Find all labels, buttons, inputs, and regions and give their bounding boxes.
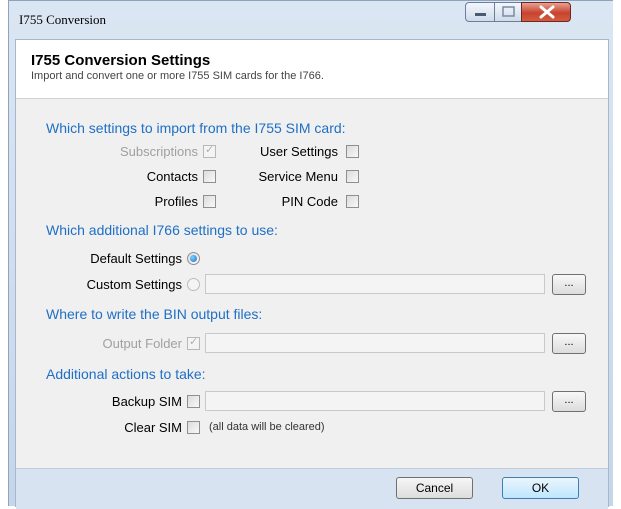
- custom-settings-browse-button[interactable]: ...: [552, 274, 586, 295]
- close-button[interactable]: [521, 2, 571, 22]
- additional-section-heading: Which additional I766 settings to use:: [46, 222, 278, 238]
- backup-sim-label: Backup SIM: [111, 394, 182, 409]
- maximize-button[interactable]: [494, 2, 522, 22]
- clear-sim-checkbox[interactable]: [187, 421, 200, 434]
- contacts-label: Contacts: [146, 169, 198, 184]
- checkmark-icon: ✓: [205, 144, 215, 156]
- custom-settings-path-field[interactable]: [205, 274, 545, 294]
- button-bar: Cancel OK: [16, 468, 608, 509]
- minimize-button[interactable]: [465, 2, 495, 22]
- import-section-heading: Which settings to import from the I755 S…: [46, 120, 346, 136]
- service-menu-checkbox[interactable]: [346, 170, 359, 183]
- output-folder-browse-button[interactable]: ...: [552, 333, 586, 354]
- checkmark-icon: ✓: [189, 336, 199, 348]
- subscriptions-label: Subscriptions: [119, 144, 198, 159]
- actions-section-heading: Additional actions to take:: [46, 366, 206, 382]
- default-settings-label: Default Settings: [90, 251, 182, 266]
- output-folder-checkbox[interactable]: ✓: [187, 336, 200, 350]
- user-settings-checkbox[interactable]: [346, 145, 359, 158]
- cancel-button[interactable]: Cancel: [396, 477, 473, 499]
- output-folder-label: Output Folder: [102, 336, 183, 351]
- default-settings-radio[interactable]: [187, 252, 200, 265]
- page-subtitle: Import and convert one or more I755 SIM …: [31, 70, 324, 82]
- backup-sim-browse-button[interactable]: ...: [552, 391, 586, 412]
- profiles-label: Profiles: [154, 194, 198, 209]
- close-icon: [539, 5, 555, 19]
- window-title: I755 Conversion: [19, 12, 107, 27]
- window-outer-margin: [613, 0, 621, 506]
- output-folder-path-field[interactable]: [205, 333, 545, 353]
- dialog-body: I755 Conversion Settings Import and conv…: [15, 39, 609, 509]
- custom-settings-label: Custom Settings: [86, 277, 182, 292]
- service-menu-label: Service Menu: [258, 169, 338, 184]
- header-panel: I755 Conversion Settings Import and conv…: [16, 40, 608, 99]
- custom-settings-radio[interactable]: [187, 278, 200, 291]
- backup-sim-checkbox[interactable]: [187, 395, 200, 408]
- clear-sim-label: Clear SIM: [124, 420, 182, 435]
- contacts-checkbox[interactable]: [203, 170, 216, 183]
- ok-button[interactable]: OK: [502, 477, 579, 499]
- user-settings-label: User Settings: [259, 144, 338, 159]
- backup-sim-path-field[interactable]: [205, 391, 545, 411]
- pin-code-checkbox[interactable]: [346, 195, 359, 208]
- subscriptions-checkbox[interactable]: ✓: [203, 144, 216, 158]
- page-title: I755 Conversion Settings: [31, 52, 211, 69]
- dialog-window: I755 Conversion I755 Conversion Settings…: [8, 0, 615, 509]
- profiles-checkbox[interactable]: [203, 195, 216, 208]
- output-section-heading: Where to write the BIN output files:: [46, 306, 263, 322]
- clear-sim-note: (all data will be cleared): [209, 421, 325, 433]
- pin-code-label: PIN Code: [281, 194, 338, 209]
- title-bar[interactable]: I755 Conversion: [9, 1, 614, 39]
